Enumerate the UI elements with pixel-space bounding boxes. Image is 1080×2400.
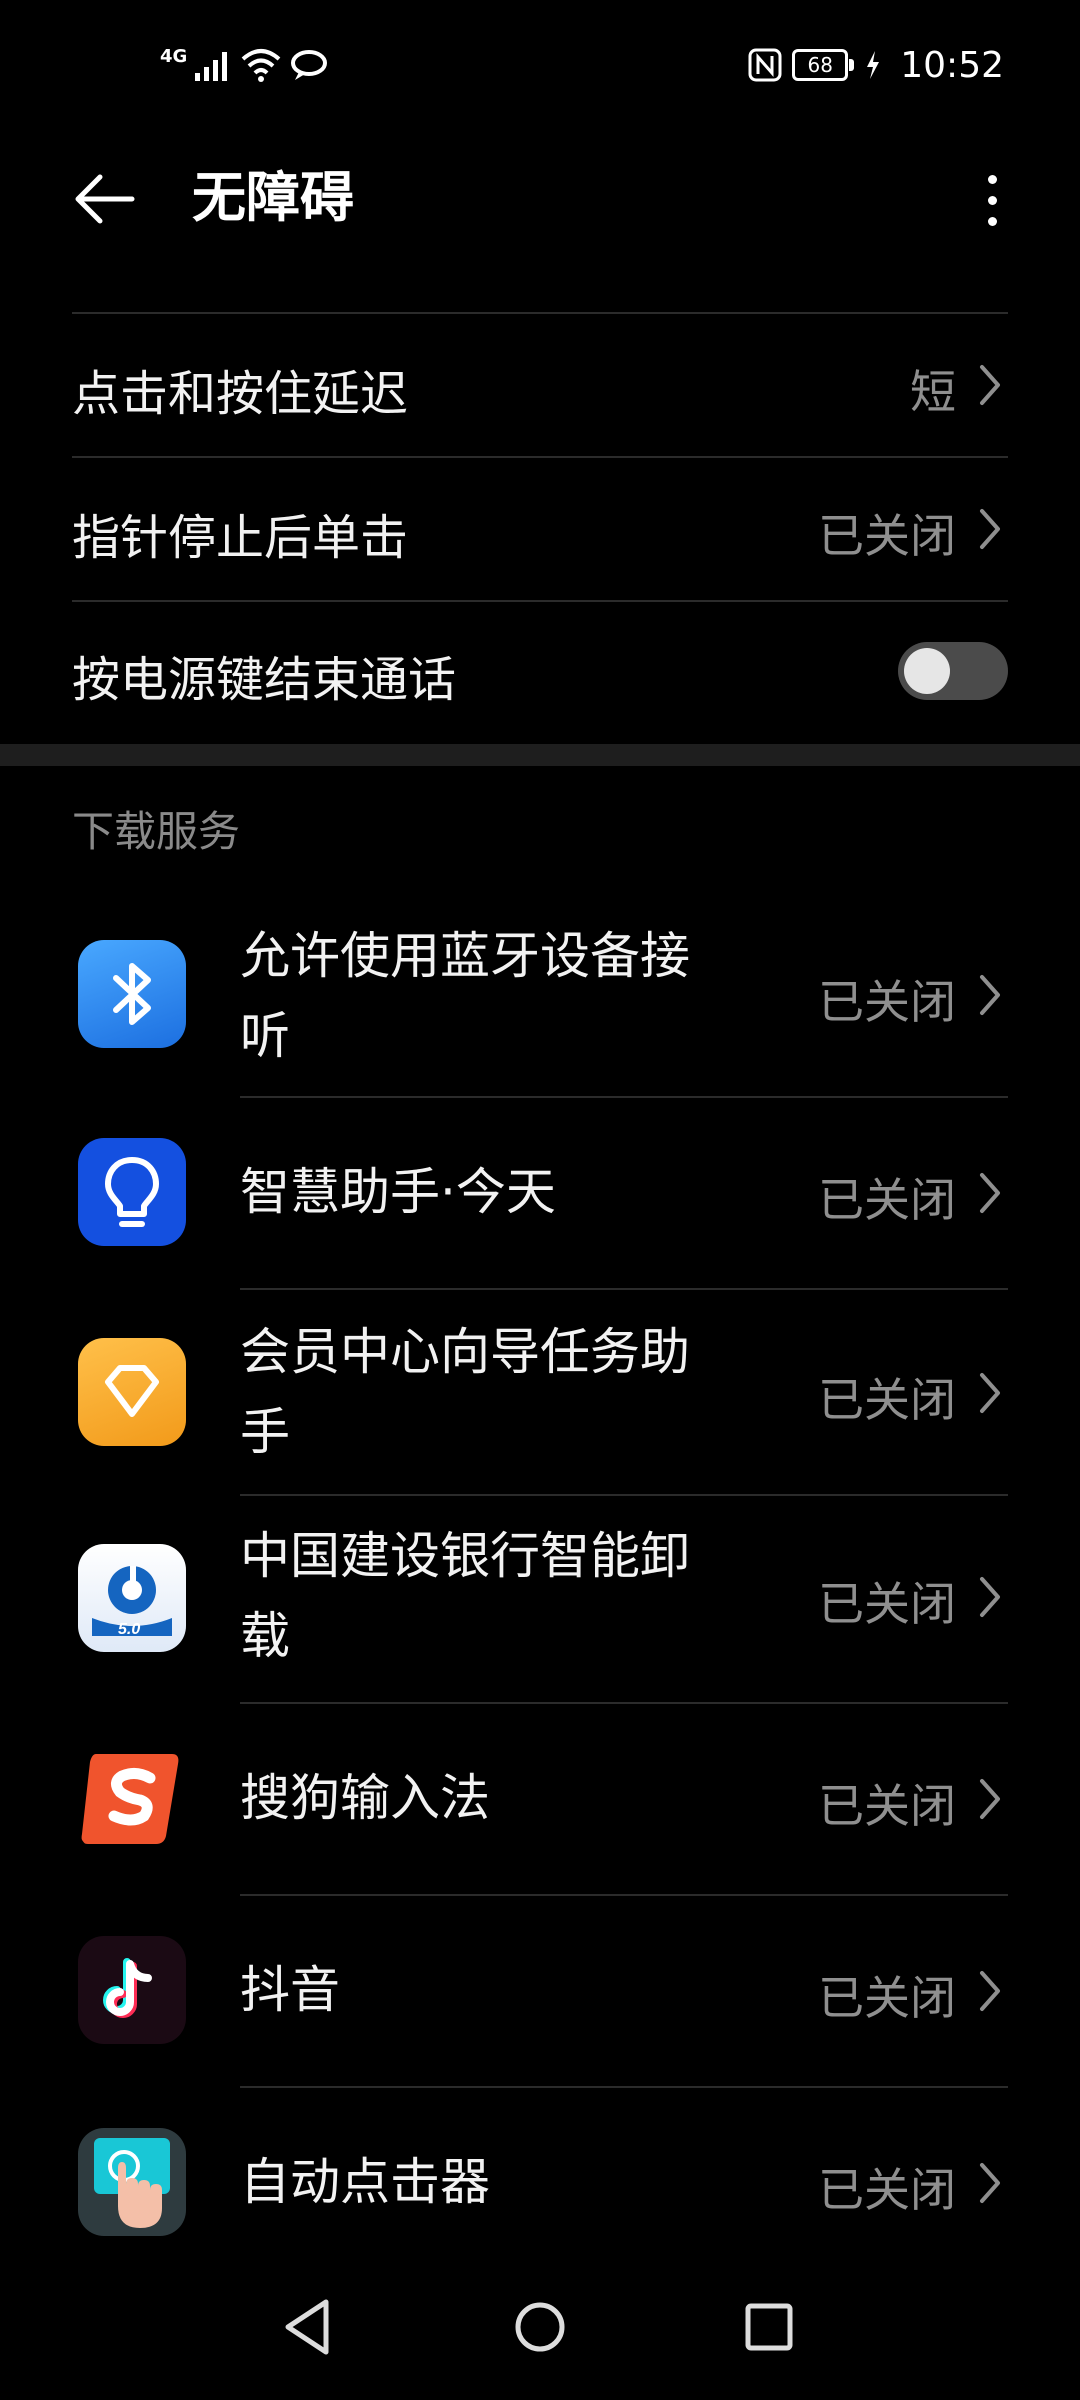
- setting-dwell-click[interactable]: 指针停止后单击 已关闭: [0, 458, 1080, 600]
- service-item-auto-clicker[interactable]: 自动点击器 已关闭: [0, 2088, 1080, 2278]
- service-item-douyin[interactable]: 抖音 已关闭: [0, 1896, 1080, 2086]
- status-right: 68 10:52: [748, 40, 1004, 90]
- status-left: 4G: [160, 40, 329, 90]
- service-label: 中国建设银行智能卸载: [240, 1527, 690, 1665]
- status-bar: 4G 68 10:52: [0, 0, 1080, 134]
- setting-touch-hold-delay[interactable]: 点击和按住延迟 短: [0, 314, 1080, 456]
- back-button[interactable]: [66, 159, 146, 239]
- network-type-label: 4G: [160, 45, 188, 67]
- setting-label: 点击和按住延迟: [72, 366, 409, 422]
- tiktok-icon: [78, 1936, 186, 2044]
- back-arrow-icon: [75, 174, 135, 224]
- service-item-ccb[interactable]: 5.0 中国建设银行智能卸载 已关闭: [0, 1496, 1080, 1702]
- service-status: 已关闭: [818, 1971, 956, 2025]
- service-item-member-center[interactable]: 会员中心向导任务助手 已关闭: [0, 1290, 1080, 1494]
- chevron-right-icon: [980, 509, 1000, 549]
- more-options-button[interactable]: [952, 160, 1032, 240]
- lightbulb-icon: [78, 1138, 186, 1246]
- ccb-logo-icon: 5.0: [78, 1544, 186, 1652]
- chevron-right-icon: [980, 975, 1000, 1015]
- svg-text:5.0: 5.0: [118, 1621, 140, 1638]
- service-label: 会员中心向导任务助手: [240, 1323, 690, 1461]
- chevron-right-icon: [980, 1173, 1000, 1213]
- signal-icon: [195, 52, 228, 81]
- nav-home-icon[interactable]: [505, 2292, 575, 2362]
- service-label: 自动点击器: [240, 2153, 490, 2211]
- nav-recents-icon[interactable]: [734, 2292, 804, 2362]
- more-vertical-icon: [987, 174, 997, 184]
- toggle-knob: [904, 648, 950, 694]
- navigation-bar: [0, 2252, 1080, 2400]
- charging-icon: [867, 51, 880, 79]
- chevron-right-icon: [980, 1779, 1000, 1819]
- service-status: 已关闭: [818, 1779, 956, 1833]
- setting-value: 短: [910, 365, 956, 419]
- clock: 10:52: [900, 44, 1004, 86]
- chevron-right-icon: [980, 1373, 1000, 1413]
- service-status: 已关闭: [818, 2163, 956, 2217]
- service-label: 搜狗输入法: [240, 1769, 490, 1827]
- chevron-right-icon: [980, 2163, 1000, 2203]
- service-label: 抖音: [240, 1961, 340, 2019]
- setting-label: 指针停止后单击: [72, 510, 409, 566]
- section-separator: [0, 744, 1080, 766]
- service-label: 智慧助手·今天: [240, 1163, 556, 1221]
- power-ends-call-toggle[interactable]: [898, 642, 1008, 700]
- bluetooth-icon: [78, 940, 186, 1048]
- hotspot-icon: [291, 50, 328, 80]
- setting-value: 已关闭: [818, 509, 956, 563]
- service-status: 已关闭: [818, 1173, 956, 1227]
- service-item-bluetooth[interactable]: 允许使用蓝牙设备接听 已关闭: [0, 896, 1080, 1096]
- service-item-smart-assistant[interactable]: 智慧助手·今天 已关闭: [0, 1098, 1080, 1288]
- service-status: 已关闭: [818, 1373, 956, 1427]
- section-title-download-services: 下载服务: [72, 807, 241, 856]
- service-status: 已关闭: [818, 975, 956, 1029]
- auto-clicker-icon: [78, 2128, 186, 2236]
- chevron-right-icon: [980, 1971, 1000, 2011]
- setting-power-ends-call: 按电源键结束通话: [0, 602, 1080, 744]
- nav-back-icon[interactable]: [274, 2292, 344, 2362]
- sogou-icon: [78, 1744, 186, 1852]
- setting-label: 按电源键结束通话: [72, 652, 457, 708]
- service-label: 允许使用蓝牙设备接听: [240, 927, 690, 1065]
- diamond-icon: [78, 1338, 186, 1446]
- page-title: 无障碍: [192, 166, 354, 229]
- wifi-icon: [241, 49, 281, 82]
- battery-icon: 68: [792, 49, 855, 81]
- service-status: 已关闭: [818, 1577, 956, 1631]
- app-header: 无障碍: [0, 134, 1080, 260]
- nfc-icon: [748, 48, 782, 82]
- chevron-right-icon: [980, 1577, 1000, 1617]
- chevron-right-icon: [980, 365, 1000, 405]
- service-item-sogou[interactable]: 搜狗输入法 已关闭: [0, 1704, 1080, 1894]
